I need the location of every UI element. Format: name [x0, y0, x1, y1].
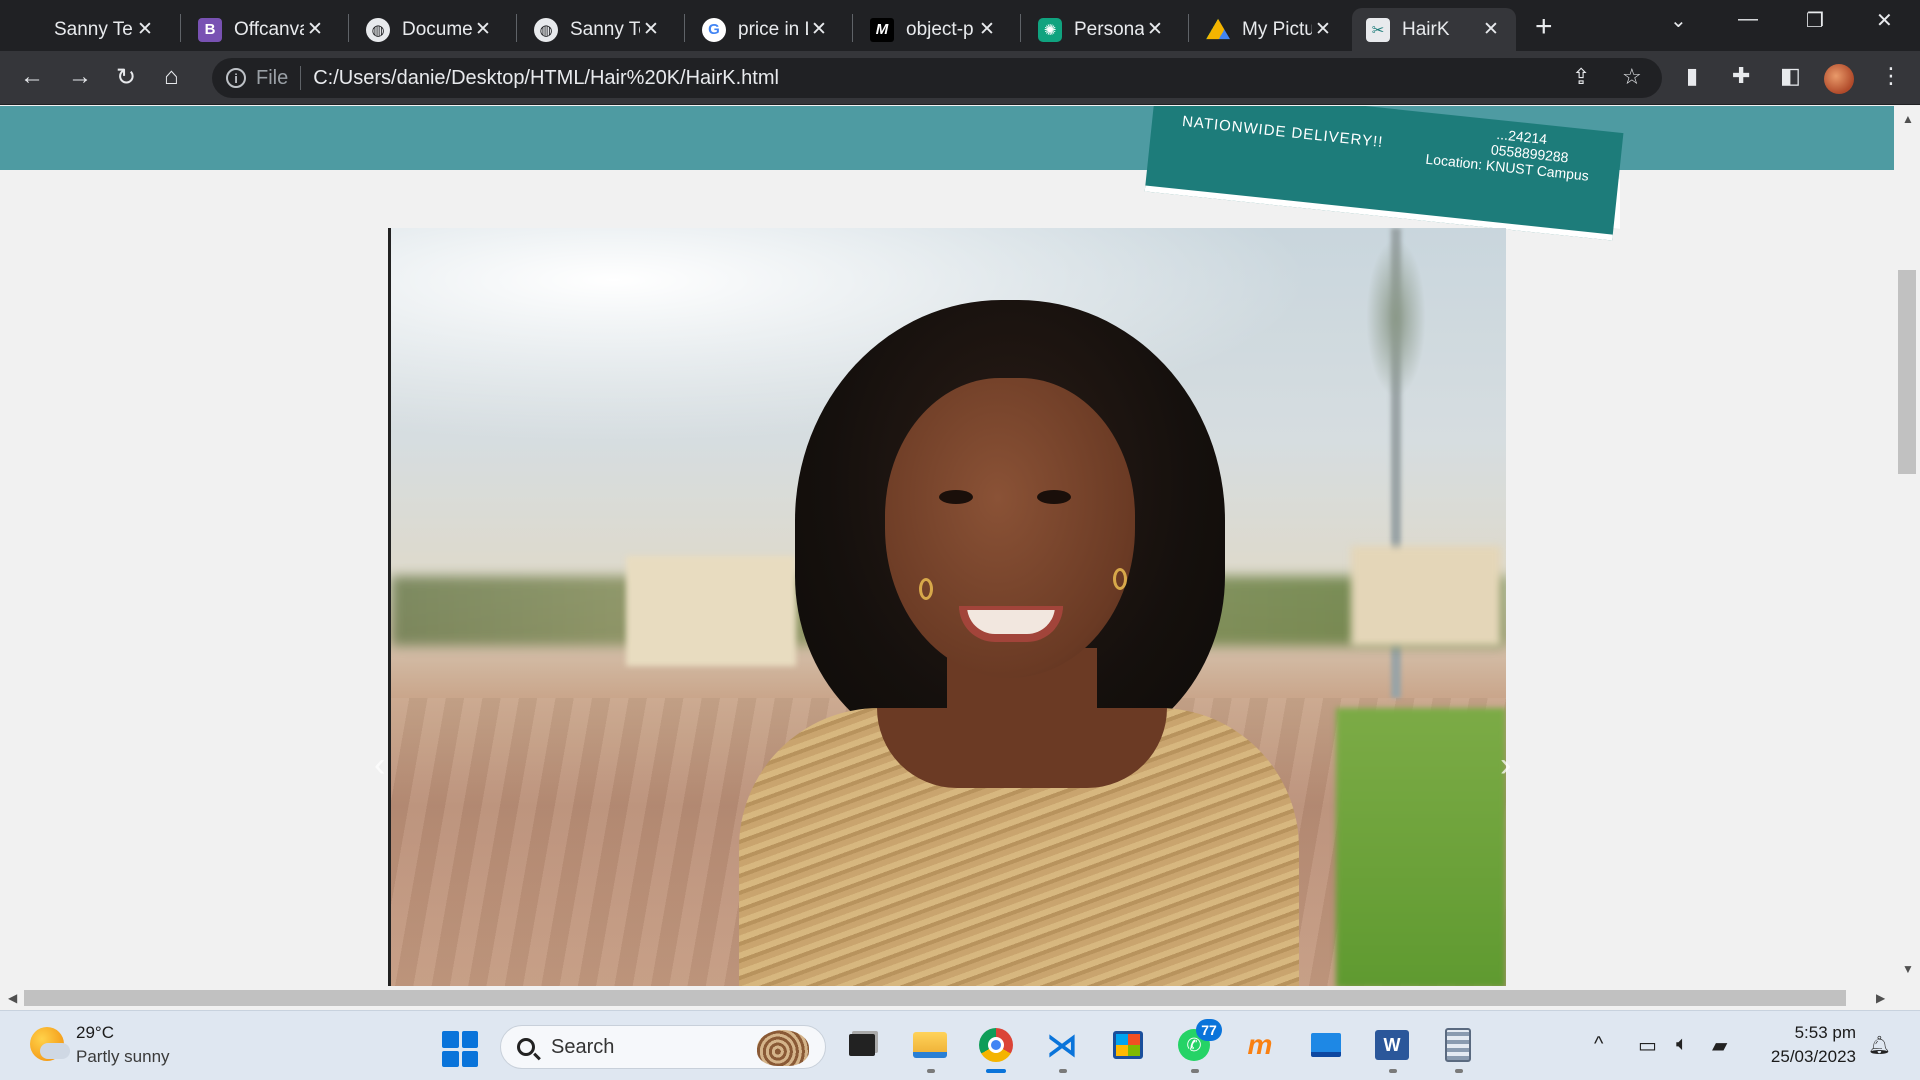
- delivery-text: NATIONWIDE DELIVERY!!: [1181, 112, 1385, 152]
- search-placeholder: Search: [551, 1035, 615, 1058]
- side-panel-icon[interactable]: ◧: [1780, 63, 1801, 89]
- scroll-right-icon[interactable]: ▶: [1876, 991, 1885, 1005]
- tab-close-icon[interactable]: ✕: [1312, 18, 1334, 41]
- notification-bell-icon[interactable]: 🔔︎: [1868, 1035, 1891, 1056]
- volume-icon[interactable]: 🔈︎: [1676, 1033, 1688, 1056]
- tab-label: Sanny Te: [54, 18, 133, 40]
- address-bar[interactable]: i File C:/Users/danie/Desktop/HTML/Hair%…: [212, 58, 1662, 98]
- bootstrap-icon: B: [198, 17, 222, 42]
- url-scheme: File: [256, 66, 289, 89]
- tab-label: price in L: [738, 18, 808, 40]
- search-highlight-shell-icon: [757, 1030, 809, 1066]
- scroll-down-icon[interactable]: ▼: [1902, 962, 1914, 976]
- clock-time[interactable]: 5:53 pm: [1790, 1023, 1856, 1043]
- share-icon[interactable]: ⇪: [1572, 64, 1590, 90]
- hero-carousel-image: [388, 228, 1506, 986]
- tab-label: object-p: [906, 18, 974, 40]
- tab-object-position[interactable]: M object-p ✕: [856, 8, 1012, 51]
- tab-search-chevron-icon[interactable]: ⌄: [1670, 8, 1687, 33]
- restore-icon[interactable]: ❐: [1806, 8, 1824, 33]
- tab-label: HairK: [1402, 18, 1450, 40]
- scroll-up-icon[interactable]: ▲: [1902, 112, 1914, 126]
- browser-tab-strip: Sanny Te ✕ B Offcanva ✕ ◍ Documer ✕ ◍ Sa…: [0, 0, 1920, 51]
- weather-cloud-icon: [40, 1043, 70, 1059]
- horizontal-scroll-thumb[interactable]: [24, 990, 1846, 1006]
- minimize-icon[interactable]: —: [1738, 8, 1758, 31]
- chatgpt-icon: ✺: [1038, 17, 1062, 42]
- tab-label: Personal: [1074, 18, 1144, 40]
- url-text[interactable]: C:/Users/danie/Desktop/HTML/Hair%20K/Hai…: [313, 67, 779, 90]
- battery-icon[interactable]: ▰: [1712, 1033, 1727, 1058]
- new-tab-button[interactable]: +: [1535, 10, 1553, 44]
- back-icon[interactable]: ←: [20, 63, 44, 91]
- tab-close-icon[interactable]: ✕: [640, 18, 662, 41]
- tab-document[interactable]: ◍ Documer ✕: [352, 8, 508, 51]
- menu-kebab-icon[interactable]: ⋮: [1880, 63, 1902, 89]
- google-drive-icon: [1206, 18, 1230, 40]
- horizontal-scrollbar[interactable]: ◀ ▶: [0, 986, 1894, 1010]
- vscode-icon[interactable]: ⋊: [1042, 1025, 1082, 1065]
- vertical-scroll-thumb[interactable]: [1898, 270, 1916, 474]
- tab-close-icon[interactable]: ✕: [472, 18, 494, 41]
- profile-avatar[interactable]: [1824, 64, 1854, 94]
- network-icon[interactable]: ▭: [1638, 1033, 1657, 1058]
- globe-icon: ◍: [366, 17, 390, 42]
- promo-banner: NATIONWIDE DELIVERY!! ...24214 055889928…: [1144, 106, 1624, 241]
- start-windows-icon[interactable]: [442, 1031, 478, 1067]
- tab-close-icon[interactable]: ✕: [134, 18, 156, 41]
- whatsapp-unread-badge: 77: [1196, 1019, 1222, 1041]
- scroll-left-icon[interactable]: ◀: [8, 991, 17, 1005]
- google-icon: G: [702, 17, 726, 42]
- tab-sanny-2[interactable]: ◍ Sanny Te ✕: [520, 8, 676, 51]
- hairk-favicon: ✂: [1366, 17, 1390, 42]
- remote-desktop-icon[interactable]: [1306, 1025, 1346, 1065]
- vertical-scrollbar[interactable]: ▲ ▼: [1894, 106, 1920, 986]
- tab-label: Offcanva: [234, 18, 304, 40]
- mdn-icon: M: [870, 17, 894, 42]
- chrome-icon[interactable]: [976, 1025, 1016, 1065]
- tab-hairk-active[interactable]: ✂ HairK ✕: [1352, 8, 1516, 51]
- site-info-icon[interactable]: i: [226, 68, 246, 88]
- reload-icon[interactable]: ↻: [116, 63, 136, 92]
- carousel-next-icon[interactable]: ›: [1500, 746, 1511, 785]
- tab-offcanvas[interactable]: B Offcanva ✕: [184, 8, 340, 51]
- taskbar-search[interactable]: Search: [500, 1025, 826, 1069]
- bookmark-star-icon[interactable]: ☆: [1622, 64, 1642, 90]
- word-icon[interactable]: W: [1372, 1025, 1412, 1065]
- clock-date[interactable]: 25/03/2023: [1760, 1047, 1856, 1067]
- browser-toolbar: ← → ↻ ⌂ i File C:/Users/danie/Desktop/HT…: [0, 51, 1920, 105]
- omnibox-divider: [300, 66, 302, 90]
- tab-google-price[interactable]: G price in L ✕: [688, 8, 844, 51]
- close-window-icon[interactable]: ✕: [1876, 8, 1893, 33]
- extension-icon[interactable]: ▮: [1686, 63, 1698, 89]
- windows-taskbar: 29°C Partly sunny Search ⋊ ✆ 77 m W ^ ▭ …: [0, 1010, 1920, 1080]
- tab-label: My Pictu: [1242, 18, 1312, 40]
- tab-close-icon[interactable]: ✕: [1480, 18, 1502, 41]
- tab-label: Sanny Te: [570, 18, 640, 40]
- tab-close-icon[interactable]: ✕: [808, 18, 830, 41]
- home-icon[interactable]: ⌂: [164, 63, 179, 91]
- puzzle-extensions-icon[interactable]: ✚: [1732, 63, 1750, 89]
- moodle-icon[interactable]: m: [1240, 1025, 1280, 1065]
- globe-icon: ◍: [534, 17, 558, 42]
- tab-my-pictures[interactable]: My Pictu ✕: [1192, 8, 1348, 51]
- tab-close-icon[interactable]: ✕: [976, 18, 998, 41]
- file-explorer-icon[interactable]: [910, 1025, 950, 1065]
- weather-temp[interactable]: 29°C: [76, 1023, 114, 1043]
- tab-personal[interactable]: ✺ Personal ✕: [1024, 8, 1180, 51]
- tab-sanny-1[interactable]: Sanny Te ✕: [40, 8, 170, 51]
- tray-overflow-chevron-icon[interactable]: ^: [1594, 1033, 1603, 1056]
- search-icon: [517, 1038, 535, 1056]
- microsoft-store-icon[interactable]: [1108, 1025, 1148, 1065]
- page-viewport: NATIONWIDE DELIVERY!! ...24214 055889928…: [0, 106, 1894, 986]
- calculator-icon[interactable]: [1438, 1025, 1478, 1065]
- tab-label: Documer: [402, 18, 472, 40]
- tab-close-icon[interactable]: ✕: [304, 18, 326, 41]
- task-view-icon[interactable]: [842, 1025, 882, 1065]
- weather-condition[interactable]: Partly sunny: [76, 1047, 170, 1067]
- forward-icon[interactable]: →: [68, 63, 92, 91]
- tab-close-icon[interactable]: ✕: [1144, 18, 1166, 41]
- carousel-prev-icon[interactable]: ‹: [374, 746, 385, 785]
